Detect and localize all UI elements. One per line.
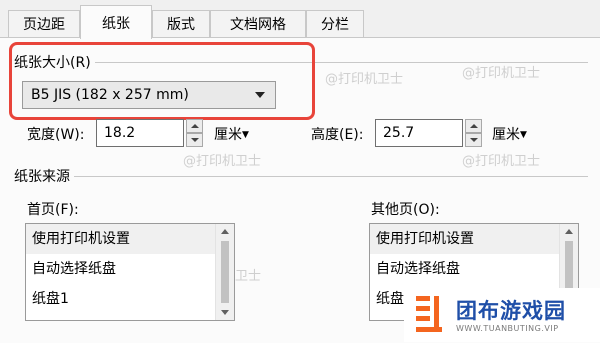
highlight-box	[9, 42, 315, 120]
tab-label: 页边距	[23, 17, 65, 33]
logo-mark-icon	[416, 296, 442, 332]
width-value: 18.2	[104, 125, 136, 141]
list-item[interactable]: 纸盘1	[26, 284, 216, 314]
arrow-down-icon	[469, 138, 478, 142]
height-decrease-button[interactable]	[465, 133, 482, 147]
site-logo: 团布游戏园 WWW.TUANBUTING.VIP	[404, 288, 600, 342]
height-unit-label: 厘米	[492, 127, 520, 143]
watermark: @打印机卫士	[462, 154, 541, 169]
scrollbar[interactable]	[215, 224, 234, 320]
width-unit-label: 厘米	[214, 127, 242, 143]
tab-margins[interactable]: 页边距	[8, 10, 80, 37]
height-increase-button[interactable]	[465, 119, 482, 133]
watermark: @打印机卫士	[183, 154, 262, 169]
list-item[interactable]: 使用打印机设置	[26, 224, 216, 254]
group-separator	[14, 176, 588, 177]
scrollbar-thumb[interactable]	[221, 241, 229, 303]
list-item[interactable]: 自动选择纸盘	[370, 254, 560, 284]
height-unit-dropdown[interactable]: 厘米▼	[492, 124, 527, 144]
logo-name: 团布游戏园	[456, 299, 566, 323]
width-increase-button[interactable]	[186, 119, 203, 133]
scroll-up-icon[interactable]	[565, 229, 573, 234]
arrow-up-icon	[190, 124, 199, 128]
first-page-listbox[interactable]: 使用打印机设置 自动选择纸盘 纸盘1	[25, 223, 235, 321]
tab-label: 版式	[167, 17, 195, 33]
tab-paper[interactable]: 纸张	[80, 5, 152, 39]
list-item[interactable]: 自动选择纸盘	[26, 254, 216, 284]
watermark: @打印机卫士	[325, 72, 404, 87]
arrow-down-icon	[190, 138, 199, 142]
height-input[interactable]: 25.7	[375, 119, 463, 147]
width-input[interactable]: 18.2	[96, 119, 184, 147]
tab-layout[interactable]: 版式	[152, 10, 210, 37]
tab-label: 纸张	[102, 15, 130, 32]
list-item[interactable]: 使用打印机设置	[370, 224, 560, 254]
watermark: @打印机卫士	[462, 66, 541, 81]
paper-source-group-label: 纸张来源	[14, 166, 74, 186]
logo-url: WWW.TUANBUTING.VIP	[456, 324, 559, 333]
caret-down-icon: ▼	[520, 130, 527, 140]
scroll-up-icon[interactable]	[221, 229, 229, 234]
first-page-label: 首页(F):	[27, 202, 79, 218]
width-decrease-button[interactable]	[186, 133, 203, 147]
width-label: 宽度(W):	[27, 127, 85, 143]
width-unit-dropdown[interactable]: 厘米▼	[214, 124, 249, 144]
other-pages-label: 其他页(O):	[371, 202, 440, 218]
height-value: 25.7	[383, 125, 415, 141]
height-label: 高度(E):	[311, 127, 364, 143]
tab-strip: 页边距 纸张 版式 文档网格 分栏	[0, 0, 600, 39]
scroll-down-icon[interactable]	[221, 310, 229, 315]
tab-label: 分栏	[321, 17, 349, 33]
tab-document-grid[interactable]: 文档网格	[210, 10, 306, 37]
caret-down-icon: ▼	[242, 130, 249, 140]
arrow-up-icon	[469, 124, 478, 128]
tab-columns[interactable]: 分栏	[306, 10, 364, 37]
tab-label: 文档网格	[230, 17, 286, 33]
